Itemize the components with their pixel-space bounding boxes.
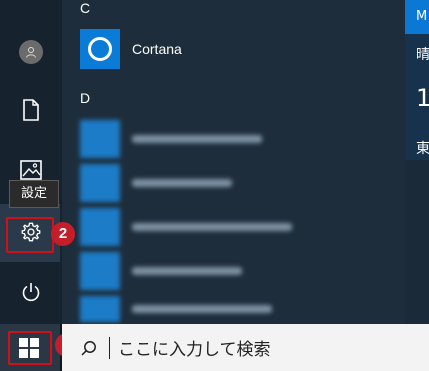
- user-avatar-icon: [19, 40, 43, 64]
- text-caret: [109, 336, 110, 359]
- live-tile-line3: 東: [416, 141, 429, 157]
- start-highlight-box: [8, 331, 52, 365]
- step-badge-2: 2: [51, 222, 75, 246]
- documents-button[interactable]: [0, 86, 62, 134]
- search-icon: [81, 340, 96, 356]
- live-tile-weather[interactable]: M 晴 12 東: [405, 0, 429, 160]
- document-icon: [23, 99, 39, 121]
- settings-highlight-box: [6, 217, 54, 253]
- blurred-app-item[interactable]: [80, 208, 326, 246]
- pictures-icon: [20, 160, 42, 180]
- blurred-app-item[interactable]: [80, 120, 326, 158]
- live-tile-top: M: [405, 0, 429, 34]
- taskbar-search-box[interactable]: ここに入力して検索: [62, 324, 429, 371]
- search-placeholder: ここに入力して検索: [118, 340, 271, 360]
- live-tile-line2: 12: [416, 84, 429, 112]
- cortana-icon: [88, 37, 112, 61]
- power-icon: [22, 283, 40, 302]
- user-account-button[interactable]: [0, 28, 62, 76]
- live-tile-line1: 晴: [416, 47, 429, 63]
- app-item-cortana[interactable]: Cortana: [80, 28, 326, 70]
- settings-tooltip: 設定: [9, 180, 59, 208]
- cortana-tile: [80, 29, 120, 69]
- section-letter-d: D: [80, 90, 91, 106]
- blurred-app-item[interactable]: [80, 164, 326, 202]
- power-button[interactable]: [0, 268, 62, 316]
- app-label-cortana: Cortana: [132, 41, 182, 57]
- blurred-app-item[interactable]: [80, 296, 326, 322]
- section-letter-c: C: [80, 0, 91, 16]
- blurred-app-item[interactable]: [80, 252, 326, 290]
